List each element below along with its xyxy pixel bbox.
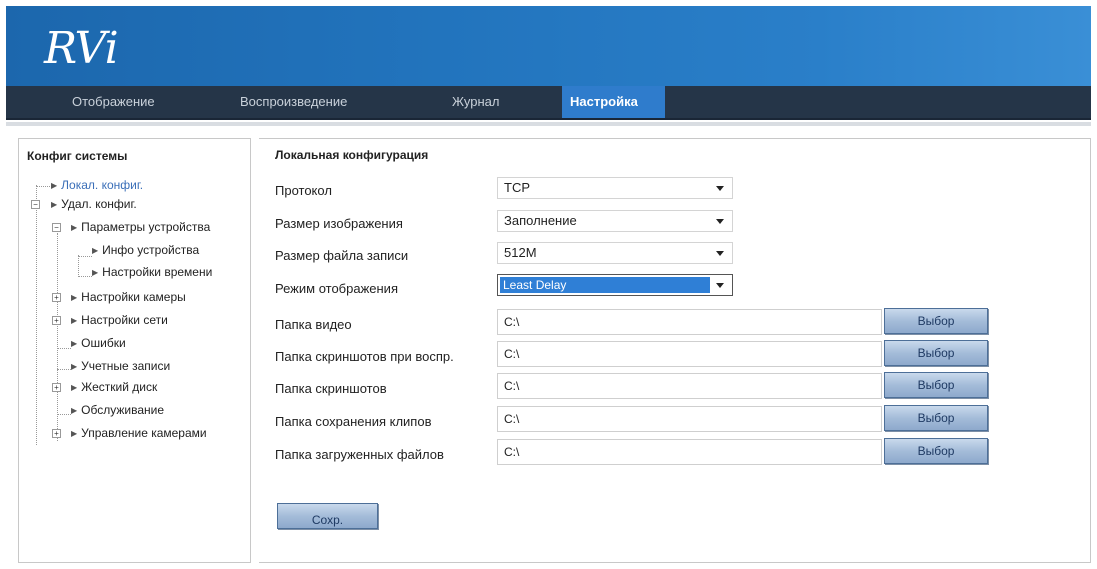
- tree-line: [36, 185, 37, 445]
- clips-folder-label: Папка сохранения клипов: [275, 414, 432, 429]
- playback-snapshot-folder-input[interactable]: C:\: [497, 341, 882, 367]
- chevron-down-icon: [716, 283, 724, 288]
- arrow-right-icon: ▶: [51, 181, 58, 190]
- sidebar-item-remote-config[interactable]: ▶ Удал. конфиг.: [51, 197, 137, 211]
- arrow-right-icon: ▶: [71, 223, 78, 232]
- chevron-down-icon: [716, 219, 724, 224]
- display-mode-select[interactable]: Least Delay: [497, 274, 733, 296]
- sidebar-item-time-settings[interactable]: ▶ Настройки времени: [92, 265, 212, 279]
- arrow-right-icon: ▶: [71, 362, 78, 371]
- tree-line: [57, 348, 71, 349]
- arrow-right-icon: ▶: [92, 246, 99, 255]
- display-mode-label: Режим отображения: [275, 281, 398, 296]
- tree-line: [78, 256, 92, 257]
- snapshot-folder-input[interactable]: C:\: [497, 373, 882, 399]
- sidebar-item-errors[interactable]: ▶ Ошибки: [71, 336, 126, 350]
- protocol-select[interactable]: TCP: [497, 177, 733, 199]
- downloads-folder-browse-button[interactable]: Выбор: [884, 438, 988, 464]
- protocol-label: Протокол: [275, 183, 332, 198]
- playback-snapshot-folder-label: Папка скриншотов при воспр.: [275, 349, 454, 364]
- snapshot-folder-browse-button[interactable]: Выбор: [884, 372, 988, 398]
- image-size-select[interactable]: Заполнение: [497, 210, 733, 232]
- sidebar-item-label: Ошибки: [81, 336, 126, 350]
- expand-icon[interactable]: +: [52, 293, 61, 302]
- sidebar-item-hard-disk[interactable]: ▶ Жесткий диск: [71, 380, 157, 394]
- sidebar-item-device-info[interactable]: ▶ Инфо устройства: [92, 243, 199, 257]
- expand-icon[interactable]: +: [52, 383, 61, 392]
- main-nav: Отображение Воспроизведение Журнал Настр…: [6, 86, 1091, 120]
- sidebar-item-label: Обслуживание: [81, 403, 165, 417]
- arrow-right-icon: ▶: [92, 268, 99, 277]
- sidebar: Конфиг системы ▶ Локал. конфиг. − ▶ Удал. …: [18, 138, 251, 563]
- arrow-right-icon: ▶: [71, 406, 78, 415]
- sidebar-title: Конфиг системы: [27, 149, 128, 163]
- expand-icon[interactable]: +: [52, 316, 61, 325]
- image-size-label: Размер изображения: [275, 216, 403, 231]
- select-value: Least Delay: [500, 277, 710, 293]
- record-file-size-label: Размер файла записи: [275, 248, 409, 263]
- clips-folder-input[interactable]: C:\: [497, 406, 882, 432]
- collapse-icon[interactable]: −: [52, 223, 61, 232]
- chevron-down-icon: [716, 186, 724, 191]
- sidebar-item-label: Настройки камеры: [81, 290, 186, 304]
- clips-folder-browse-button[interactable]: Выбор: [884, 405, 988, 431]
- save-button[interactable]: Сохр.: [277, 503, 378, 529]
- sidebar-item-label: Удал. конфиг.: [61, 197, 137, 211]
- video-folder-browse-button[interactable]: Выбор: [884, 308, 988, 334]
- expand-icon[interactable]: +: [52, 429, 61, 438]
- sidebar-item-network-settings[interactable]: ▶ Настройки сети: [71, 313, 168, 327]
- select-value: 512M: [504, 245, 537, 260]
- chevron-down-icon: [716, 251, 724, 256]
- arrow-right-icon: ▶: [71, 383, 78, 392]
- sidebar-item-label: Инфо устройства: [102, 243, 200, 257]
- arrow-right-icon: ▶: [71, 339, 78, 348]
- sidebar-item-label: Управление камерами: [81, 426, 207, 440]
- arrow-right-icon: ▶: [71, 429, 78, 438]
- tree-line: [36, 186, 50, 187]
- video-folder-label: Папка видео: [275, 317, 352, 332]
- tree-line: [78, 255, 79, 277]
- sidebar-item-label: Параметры устройства: [81, 220, 211, 234]
- sidebar-item-label: Локал. конфиг.: [61, 178, 144, 192]
- downloads-folder-label: Папка загруженных файлов: [275, 447, 444, 462]
- downloads-folder-input[interactable]: C:\: [497, 439, 882, 465]
- video-folder-input[interactable]: C:\: [497, 309, 882, 335]
- sidebar-item-device-params[interactable]: ▶ Параметры устройства: [71, 220, 210, 234]
- rvi-logo: RVi: [44, 23, 119, 74]
- sidebar-item-label: Учетные записи: [81, 359, 171, 373]
- tab-settings[interactable]: Настройка: [562, 86, 665, 118]
- sidebar-item-accounts[interactable]: ▶ Учетные записи: [71, 359, 170, 373]
- sidebar-item-camera-management[interactable]: ▶ Управление камерами: [71, 426, 207, 440]
- sidebar-item-local-config[interactable]: ▶ Локал. конфиг.: [51, 178, 143, 192]
- snapshot-folder-label: Папка скриншотов: [275, 381, 387, 396]
- page-title: Локальная конфигурация: [275, 148, 429, 162]
- sidebar-item-label: Жесткий диск: [81, 380, 158, 394]
- sidebar-item-label: Настройки сети: [81, 313, 168, 327]
- select-value: TCP: [504, 180, 530, 195]
- tab-playback[interactable]: Воспроизведение: [234, 86, 353, 118]
- sidebar-item-label: Настройки времени: [102, 265, 213, 279]
- header-banner: RVi: [6, 6, 1091, 86]
- collapse-icon[interactable]: −: [31, 200, 40, 209]
- tree-line: [57, 369, 71, 370]
- tab-display[interactable]: Отображение: [66, 86, 161, 118]
- tree-line: [78, 276, 92, 277]
- select-value: Заполнение: [504, 213, 577, 228]
- arrow-right-icon: ▶: [71, 316, 78, 325]
- arrow-right-icon: ▶: [51, 200, 58, 209]
- arrow-right-icon: ▶: [71, 293, 78, 302]
- tab-log[interactable]: Журнал: [446, 86, 505, 118]
- tree-line: [57, 414, 71, 415]
- playback-snapshot-folder-browse-button[interactable]: Выбор: [884, 340, 988, 366]
- tree-line: [57, 233, 58, 441]
- record-file-size-select[interactable]: 512M: [497, 242, 733, 264]
- sidebar-item-maintenance[interactable]: ▶ Обслуживание: [71, 403, 164, 417]
- sidebar-item-camera-settings[interactable]: ▶ Настройки камеры: [71, 290, 186, 304]
